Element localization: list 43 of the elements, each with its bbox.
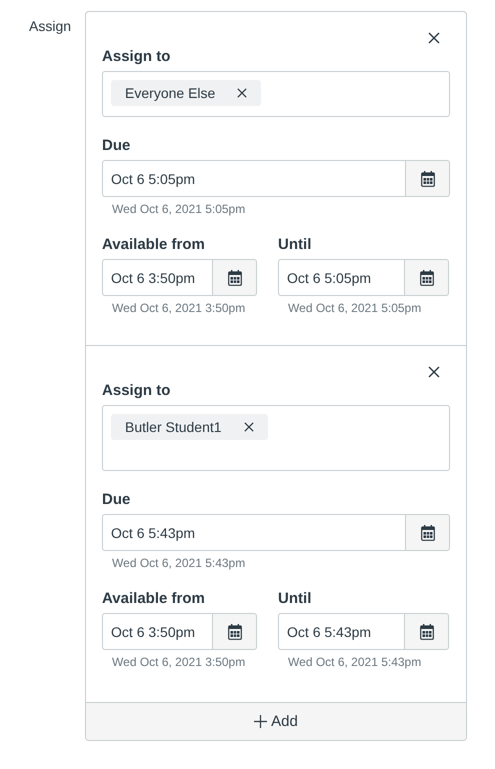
assignee-tag[interactable]: Butler Student1 [111,414,268,440]
date-hint: Wed Oct 6, 2021 5:43pm [112,556,246,570]
remove-icon [244,422,254,432]
assign-to-field[interactable]: Butler Student1 [102,405,450,471]
field-label: Available from [102,590,206,607]
field-label: Due [102,137,132,154]
assign-to-label: Assign to [102,382,172,399]
calendar-icon [420,624,434,640]
field-label: Available from [102,236,206,253]
date-field[interactable]: Oct 6 5:05pm [278,259,404,296]
date-hint: Wed Oct 6, 2021 3:50pm [112,301,246,315]
remove-icon [237,88,248,98]
calendar-icon [420,270,434,286]
close-icon [428,366,440,378]
assign-to-field[interactable]: Everyone Else [102,71,450,117]
close-icon [428,32,440,44]
add-button[interactable]: Add [86,702,466,740]
calendar-icon [228,624,242,640]
assign-label: Assign [29,18,72,36]
field-label: Until [278,236,312,253]
date-hint: Wed Oct 6, 2021 5:05pm [112,202,246,216]
date-field[interactable]: Oct 6 3:50pm [102,259,212,296]
field-label: Until [278,590,312,607]
calendar-icon [228,270,242,286]
calendar-button[interactable] [405,514,450,551]
calendar-icon [420,170,435,186]
date-field[interactable]: Oct 6 5:43pm [278,613,404,650]
calendar-icon [420,524,435,540]
calendar-button[interactable] [212,259,258,296]
calendar-button[interactable] [405,160,450,197]
calendar-button[interactable] [404,259,450,296]
date-hint: Wed Oct 6, 2021 5:43pm [288,655,422,669]
plus-icon [254,715,268,728]
date-field[interactable]: Oct 6 5:43pm [102,514,406,551]
date-field[interactable]: Oct 6 3:50pm [102,613,212,650]
calendar-button[interactable] [404,613,450,650]
assign-to-label: Assign to [102,48,172,65]
date-hint: Wed Oct 6, 2021 3:50pm [112,655,246,669]
calendar-button[interactable] [212,613,258,650]
date-field[interactable]: Oct 6 5:05pm [102,160,406,197]
date-hint: Wed Oct 6, 2021 5:05pm [288,301,422,315]
field-label: Due [102,491,132,508]
assignee-tag[interactable]: Everyone Else [111,80,262,106]
